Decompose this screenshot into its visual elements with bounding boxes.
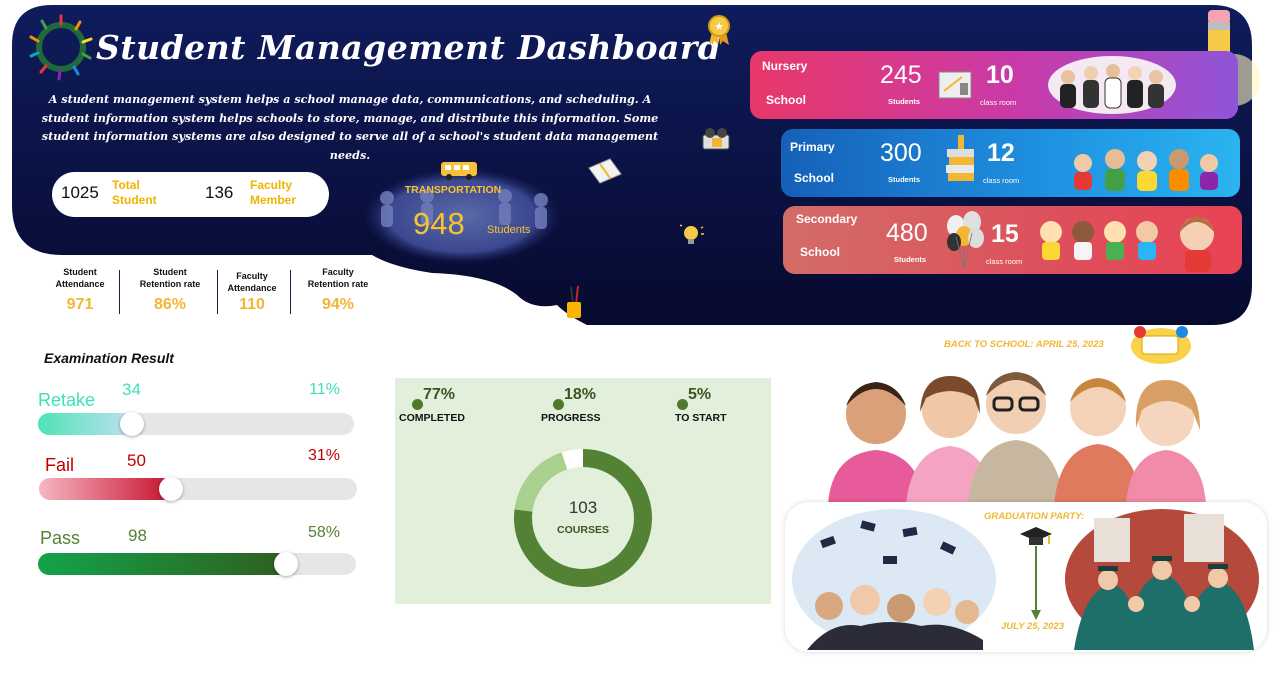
svg-text:★: ★ [714, 20, 724, 33]
card-rooms-value: 10 [986, 61, 1014, 89]
primary-school-card: Primary School 300 Students 12 class roo… [781, 129, 1240, 197]
legend-label: PROGRESS [541, 412, 601, 424]
exam-row-percent: 58% [307, 524, 340, 541]
secondary-students-illustration [1040, 216, 1214, 272]
legend-value: 77% [423, 386, 456, 403]
card-school-name-suffix: School [766, 93, 807, 107]
faculty-label: Faculty Member [250, 178, 297, 207]
exam-bar-fill [38, 553, 288, 575]
stat-student-attendance: Student Attendance 971 [55, 267, 105, 313]
school-children-photo [828, 372, 1206, 504]
transportation-value: 948 [413, 206, 465, 241]
pencil-cup-icon [567, 285, 581, 318]
secondary-school-card: Secondary School 480 Students 15 class r… [783, 206, 1242, 274]
legend-label: TO START [675, 412, 727, 424]
card-rooms-label: class room [980, 98, 1017, 107]
faculty-value: 136 [205, 183, 234, 202]
total-student-value: 1025 [61, 183, 99, 202]
legend-value: 18% [564, 386, 597, 403]
card-rooms-value: 15 [991, 220, 1019, 248]
exam-row-pass: Pass 98 58% [38, 520, 358, 580]
page-title: Student Management Dashboard [96, 28, 722, 67]
graduation-date: JULY 25, 2023 [1001, 621, 1065, 632]
graduates-celebration-photo [1065, 509, 1259, 650]
exam-bar-track [38, 552, 356, 576]
card-students-label: Students [888, 97, 921, 106]
exam-row-label: Retake [38, 390, 96, 410]
card-rooms-label: class room [986, 257, 1023, 266]
exam-row-label: Fail [45, 455, 75, 475]
stat-faculty-attendance: Faculty Attendance 110 [227, 271, 277, 313]
graduation-cap-icon [1020, 527, 1052, 620]
exam-row-fail: Fail 50 31% [38, 445, 358, 505]
exam-bar-fill [38, 413, 133, 435]
card-school-name: Secondary [796, 212, 858, 226]
courses-label: COURSES [557, 524, 609, 536]
stats-row: Student Attendance 971 Student Retention r… [40, 266, 380, 320]
award-ribbon-icon: ★ [708, 15, 730, 45]
card-students-value: 245 [880, 61, 922, 89]
exam-result-title: Examination Result [44, 350, 174, 366]
courses-panel: 77% COMPLETED 18% PROGRESS 5% TO START 1… [395, 378, 771, 604]
stat-student-retention: Student Retention rate 86% [139, 267, 201, 313]
legend-dot [412, 399, 423, 410]
card-school-name-suffix: School [794, 171, 835, 185]
book-stack-icon [946, 135, 974, 181]
donut-slice-to-start [561, 449, 584, 470]
nursery-students-photo [1048, 56, 1176, 114]
book-icon [588, 158, 622, 184]
card-school-name: Nursery [762, 59, 808, 73]
stat-faculty-retention: Faculty Retention rate 94% [307, 267, 369, 313]
exam-row-percent: 31% [307, 447, 340, 464]
exam-row-label: Pass [40, 528, 81, 548]
legend-dot [553, 399, 564, 410]
nursery-school-card: Nursery School 245 Students 10 class roo… [750, 51, 1238, 119]
projector-icon [702, 128, 730, 150]
transportation-label: TRANSPORTATION [404, 184, 502, 196]
legend-value: 5% [688, 386, 712, 403]
exam-bar-knob [120, 412, 144, 436]
stat-divider [119, 270, 120, 314]
card-students-value: 300 [880, 139, 922, 167]
card-rooms-label: class room [983, 176, 1020, 185]
card-school-name-suffix: School [800, 245, 841, 259]
courses-total: 103 [568, 498, 598, 517]
back-to-school-label: BACK TO SCHOOL: APRIL 25, 2023 [944, 339, 1104, 350]
stat-divider [290, 270, 291, 314]
exam-row-retake: Retake 34 11% [38, 378, 358, 438]
legend-dot [677, 399, 688, 410]
card-school-name: Primary [790, 140, 835, 154]
transportation-card: TRANSPORTATION 948 Students [365, 158, 563, 266]
courses-donut-chart [514, 449, 652, 587]
exam-bar-knob [274, 552, 298, 576]
exam-bar-track [38, 412, 354, 436]
card-students-label: Students [894, 255, 927, 264]
exam-row-count: 98 [128, 526, 147, 545]
transportation-unit: Students [487, 224, 531, 236]
totals-pill: 1025 Total Student 136 Faculty Member [52, 172, 329, 217]
exam-row-percent: 11% [309, 381, 340, 398]
balloons-icon [947, 211, 984, 269]
card-students-value: 480 [886, 219, 928, 247]
exam-bar-knob [159, 477, 183, 501]
total-student-label: Total Student [112, 178, 157, 207]
legend-label: COMPLETED [399, 412, 465, 424]
graduation-crowd-photo [792, 509, 996, 650]
classroom-board-icon [938, 71, 972, 99]
dashboard-description: A student management system helps a scho… [41, 92, 659, 162]
lightbulb-icon [680, 224, 704, 244]
exam-bar-track [39, 477, 357, 501]
card-students-label: Students [888, 175, 921, 184]
kids-circle-logo [26, 12, 96, 82]
exam-row-count: 34 [122, 380, 141, 399]
exam-bar-fill [39, 478, 173, 500]
exam-row-count: 50 [127, 451, 146, 470]
card-rooms-value: 12 [987, 139, 1015, 167]
primary-students-photo [1074, 149, 1218, 191]
